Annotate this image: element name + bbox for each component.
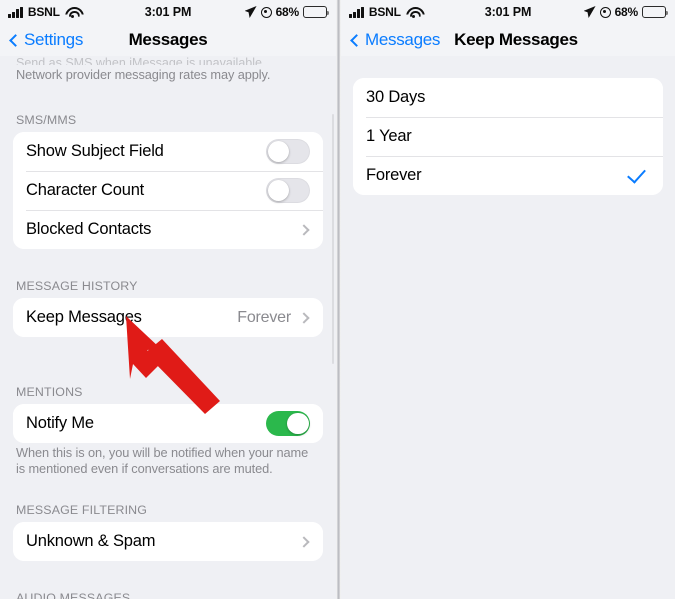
checkmark-icon (627, 164, 646, 184)
back-button-label: Settings (24, 30, 84, 49)
battery-percent-label: 68% (275, 5, 300, 19)
keep-messages-value: Forever (237, 308, 291, 326)
target-icon (260, 6, 272, 18)
back-button-label: Messages (365, 30, 441, 49)
keep-messages-options-card: 30 Days 1 Year Forever (353, 78, 663, 195)
row-keep-messages[interactable]: Keep Messages Forever (13, 298, 323, 337)
section-header-message-filtering: MESSAGE FILTERING (16, 503, 148, 517)
page-title-keep-messages: Keep Messages (454, 30, 578, 49)
row-label: Notify Me (26, 414, 94, 432)
row-character-count[interactable]: Character Count (13, 171, 323, 210)
status-bar-right: BSNL 3:01 PM 68% (341, 0, 675, 24)
settings-scroll-area[interactable]: Send as SMS when iMessage is unavailable… (0, 56, 336, 599)
row-blocked-contacts[interactable]: Blocked Contacts (13, 210, 323, 249)
toggle-character-count[interactable] (266, 178, 310, 203)
section-header-audio-messages: AUDIO MESSAGES (16, 591, 131, 599)
row-control (266, 411, 310, 436)
target-icon (599, 6, 611, 18)
row-control (266, 178, 310, 203)
toggle-show-subject-field[interactable] (266, 139, 310, 164)
chevron-left-icon (350, 33, 363, 47)
battery-icon (303, 6, 330, 18)
location-arrow-icon (583, 6, 596, 18)
location-arrow-icon (244, 6, 257, 18)
chevron-right-icon (298, 223, 310, 236)
status-bar-left: BSNL 3:01 PM 68% (0, 0, 336, 24)
section-header-mentions: MENTIONS (16, 385, 83, 399)
row-unknown-and-spam[interactable]: Unknown & Spam (13, 522, 323, 561)
chevron-left-icon (9, 33, 22, 47)
row-label: Unknown & Spam (26, 532, 156, 550)
battery-percent-label: 68% (614, 5, 639, 19)
option-selected-indicator (627, 164, 650, 184)
message-filtering-card: Unknown & Spam (13, 522, 323, 561)
row-label: Show Subject Field (26, 142, 164, 160)
right-phone-screen: BSNL 3:01 PM 68% Messages Keep Messages (341, 0, 675, 599)
section-header-sms-mms: SMS/MMS (16, 113, 77, 127)
row-control (298, 535, 310, 548)
scroll-indicator[interactable] (331, 114, 334, 364)
chevron-right-icon (298, 311, 310, 324)
chevron-right-icon (298, 535, 310, 548)
status-right-group: 68% (583, 5, 669, 19)
row-label: Keep Messages (26, 308, 142, 326)
nav-bar-left: Settings Messages (0, 24, 336, 56)
option-1-year[interactable]: 1 Year (353, 117, 663, 156)
section-header-message-history: MESSAGE HISTORY (16, 279, 138, 293)
toggle-notify-me[interactable] (266, 411, 310, 436)
back-button-messages[interactable]: Messages (349, 30, 440, 50)
row-control (298, 223, 310, 236)
status-right-group: 68% (244, 5, 330, 19)
message-history-card: Keep Messages Forever (13, 298, 323, 337)
clipped-footnote: Send as SMS when iMessage is unavailable… (16, 56, 266, 65)
option-forever[interactable]: Forever (353, 156, 663, 195)
row-show-subject-field[interactable]: Show Subject Field (13, 132, 323, 171)
option-30-days[interactable]: 30 Days (353, 78, 663, 117)
nav-bar-right: Messages Keep Messages (341, 24, 675, 56)
battery-icon (642, 6, 669, 18)
back-button-settings[interactable]: Settings (8, 30, 83, 50)
keep-messages-scroll-area[interactable]: 30 Days 1 Year Forever (341, 56, 675, 599)
row-label: Blocked Contacts (26, 220, 152, 238)
mentions-footer-note: When this is on, you will be notified wh… (16, 445, 309, 476)
row-control: Forever (237, 309, 310, 327)
option-label: 1 Year (366, 127, 412, 145)
sms-mms-card: Show Subject Field Character Count Block… (13, 132, 323, 249)
option-label: Forever (366, 166, 422, 184)
row-notify-me[interactable]: Notify Me (13, 404, 323, 443)
row-label: Character Count (26, 181, 145, 199)
dual-phone-screenshot: BSNL 3:01 PM 68% Settings Messages Send … (0, 0, 675, 599)
left-phone-screen: BSNL 3:01 PM 68% Settings Messages Send … (0, 0, 336, 599)
option-label: 30 Days (366, 88, 426, 106)
imessage-footnote: Network provider messaging rates may app… (16, 67, 271, 82)
mentions-card: Notify Me (13, 404, 323, 443)
row-control (266, 139, 310, 164)
